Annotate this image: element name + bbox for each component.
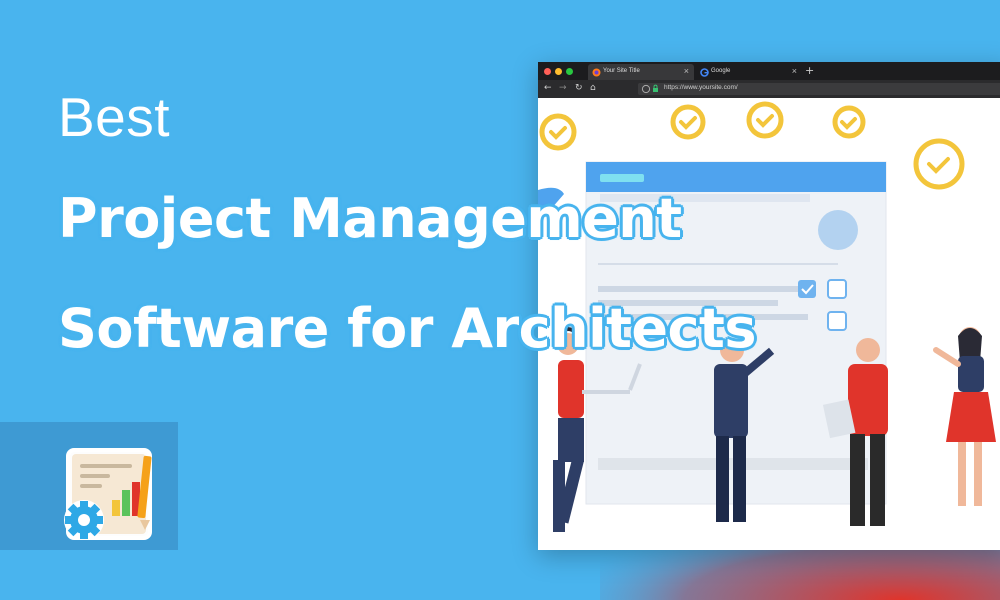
logo-tile	[0, 422, 178, 550]
tab-label: Your Site Title	[603, 68, 640, 74]
reload-icon[interactable]: ↻	[575, 83, 583, 93]
banner: Your Site Title × Google × + ← → ↻ ⌂ htt…	[0, 0, 1000, 600]
back-arrow-icon[interactable]: ←	[544, 83, 552, 93]
home-icon[interactable]: ⌂	[590, 83, 596, 93]
firefox-icon	[592, 68, 601, 77]
tab-close-icon[interactable]: ×	[792, 66, 797, 76]
report-settings-icon	[64, 448, 152, 540]
heading-best: Best	[58, 86, 171, 148]
browser-tab-bar: Your Site Title × Google × +	[538, 62, 1000, 80]
url-text: https://www.yoursite.com/	[664, 84, 738, 91]
maximize-window-dot[interactable]	[566, 68, 573, 75]
browser-tab-google[interactable]: Google ×	[696, 64, 802, 80]
tab-close-icon[interactable]: ×	[684, 66, 689, 76]
person-presenting	[933, 327, 996, 506]
forward-arrow-icon[interactable]: →	[559, 83, 567, 93]
tab-label: Google	[711, 68, 731, 74]
heading-line-1: Project Management	[58, 187, 682, 250]
new-tab-icon[interactable]: +	[805, 64, 814, 77]
browser-toolbar: ← → ↻ ⌂ https://www.yoursite.com/	[538, 80, 1000, 98]
google-icon	[700, 68, 709, 77]
address-bar[interactable]: https://www.yoursite.com/	[638, 83, 1000, 95]
minimize-window-dot[interactable]	[555, 68, 562, 75]
close-window-dot[interactable]	[544, 68, 551, 75]
lock-icon	[641, 84, 658, 94]
browser-tab-site[interactable]: Your Site Title ×	[588, 64, 694, 80]
heading-line-2: Software for Architects	[58, 297, 757, 360]
